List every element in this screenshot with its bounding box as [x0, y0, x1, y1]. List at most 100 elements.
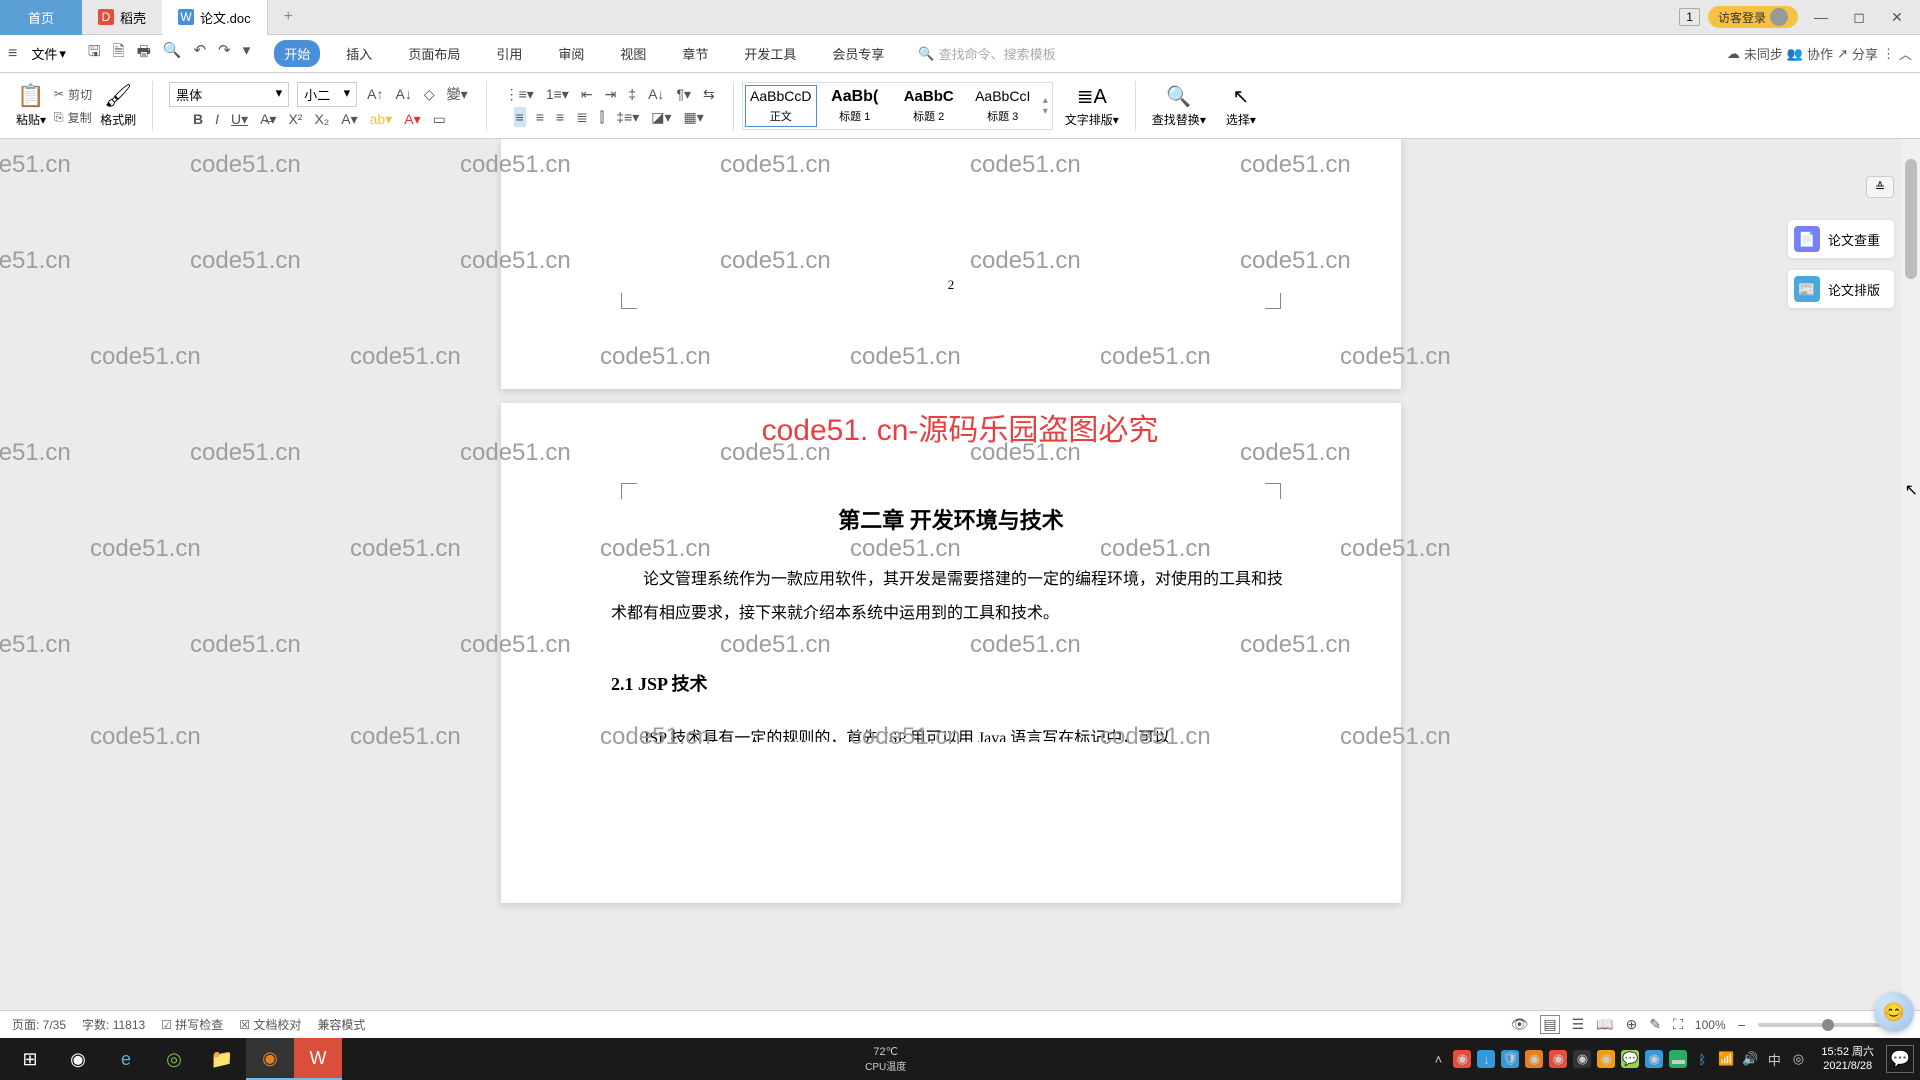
tray-icon[interactable]: ◉ [1573, 1050, 1591, 1068]
redo-icon[interactable]: ↷ [218, 41, 231, 66]
italic-button[interactable]: I [213, 109, 221, 129]
tab-daoke[interactable]: D稻壳 [82, 0, 162, 35]
page-indicator[interactable]: 页面: 7/35 [12, 1016, 66, 1033]
proof-toggle[interactable]: ☒ 文档校对 [239, 1016, 301, 1033]
menu-tab-reference[interactable]: 引用 [486, 40, 532, 67]
clear-format-icon[interactable]: ◇ [422, 84, 437, 105]
bullets-button[interactable]: ⋮≡▾ [503, 84, 536, 105]
guest-login-button[interactable]: 访客登录 [1708, 6, 1798, 28]
taskbar-app-recorder[interactable]: ◉ [246, 1038, 294, 1080]
superscript-button[interactable]: X² [286, 109, 304, 129]
share-button[interactable]: ↗分享 [1837, 44, 1878, 63]
tray-icon[interactable]: 💬 [1621, 1050, 1639, 1068]
export-icon[interactable]: 🗎 [113, 41, 125, 66]
increase-indent-button[interactable]: ⇥ [603, 84, 619, 105]
find-replace-button[interactable]: 🔍查找替换▾ [1144, 84, 1214, 128]
save-icon[interactable]: 🖫 [88, 41, 101, 66]
spell-check-toggle[interactable]: ☑ 拼写检查 [161, 1016, 223, 1033]
page-current[interactable]: 第二章 开发环境与技术 论文管理系统作为一款应用软件，其开发是需要搭建的一定的编… [501, 403, 1401, 903]
borders-button[interactable]: ▦▾ [682, 107, 706, 128]
style-heading2[interactable]: AaBbC标题 2 [893, 85, 965, 127]
text-layout-button[interactable]: ≣A文字排版▾ [1057, 84, 1127, 128]
command-search[interactable]: 🔍 查找命令、搜索模板 [918, 44, 1055, 63]
bold-button[interactable]: B [191, 109, 205, 129]
collapse-ribbon-icon[interactable]: ︿ [1899, 44, 1912, 63]
outline-view-icon[interactable]: ☰ [1572, 1016, 1585, 1033]
shading-button[interactable]: ◪▾ [649, 107, 673, 128]
eye-icon[interactable]: 👁 [1511, 1016, 1529, 1033]
text-effect-button[interactable]: A▾ [339, 109, 359, 130]
font-size-select[interactable]: 小二▾ [297, 82, 357, 107]
assistant-bubble[interactable]: 😊 [1874, 992, 1914, 1032]
web-view-icon[interactable]: ⊕ [1626, 1016, 1638, 1033]
tray-icon[interactable]: ◉ [1645, 1050, 1663, 1068]
qat-dropdown-icon[interactable]: ▾ [243, 41, 251, 66]
minimize-button[interactable]: — [1806, 2, 1836, 32]
asian-layout-button[interactable]: ‡ [626, 84, 638, 104]
side-toggle[interactable]: ≙ [1866, 176, 1894, 198]
style-body[interactable]: AaBbCcD正文 [745, 85, 817, 127]
ime-icon[interactable]: 中 [1765, 1050, 1783, 1068]
tab-document[interactable]: W论文.doc [162, 0, 268, 35]
vertical-scrollbar[interactable] [1902, 139, 1920, 1038]
highlight-button[interactable]: ab▾ [368, 109, 395, 130]
tab-add[interactable]: + [268, 8, 309, 26]
cut-button[interactable]: ✂剪切 [54, 86, 92, 103]
underline-button[interactable]: U▾ [229, 109, 250, 130]
menu-tab-page-layout[interactable]: 页面布局 [398, 40, 470, 67]
menu-tab-start[interactable]: 开始 [274, 40, 320, 67]
taskbar-app-browser[interactable]: ◎ [150, 1038, 198, 1080]
style-gallery[interactable]: AaBbCcD正文 AaBb(标题 1 AaBbC标题 2 AaBbCcI标题 … [742, 82, 1053, 130]
sync-button[interactable]: ☁未同步 [1727, 44, 1783, 63]
close-button[interactable]: ✕ [1882, 2, 1912, 32]
fit-icon[interactable]: ⛶ [1673, 1016, 1683, 1033]
notification-badge[interactable]: 1 [1679, 8, 1700, 26]
tray-icon[interactable]: ◉ [1597, 1050, 1615, 1068]
shrink-font-icon[interactable]: A↓ [393, 84, 413, 104]
start-button[interactable]: ⊞ [6, 1038, 54, 1080]
tray-icon[interactable]: ◉ [1525, 1050, 1543, 1068]
menu-tab-view[interactable]: 视图 [610, 40, 656, 67]
bluetooth-icon[interactable]: ᛒ [1693, 1050, 1711, 1068]
page-view-icon[interactable]: ▤ [1540, 1015, 1559, 1034]
paste-button[interactable]: 📋粘贴▾ [16, 83, 46, 128]
print-icon[interactable]: 🖶 [137, 41, 151, 66]
tab-button[interactable]: ⇆ [701, 84, 717, 105]
draft-view-icon[interactable]: ✎ [1649, 1016, 1661, 1033]
decrease-indent-button[interactable]: ⇤ [579, 84, 595, 105]
style-scroll-up[interactable]: ▴ [1043, 95, 1048, 106]
zoom-out-button[interactable]: − [1738, 1017, 1746, 1033]
tray-icon[interactable]: ↓ [1477, 1050, 1495, 1068]
align-center-button[interactable]: ≡ [534, 107, 546, 127]
paper-check-button[interactable]: 📄论文查重 [1788, 220, 1894, 258]
menu-tab-insert[interactable]: 插入 [336, 40, 382, 67]
subscript-button[interactable]: X₂ [312, 109, 331, 129]
action-center-icon[interactable]: 💬 [1886, 1045, 1914, 1073]
align-left-button[interactable]: ≡ [514, 107, 526, 127]
maximize-button[interactable]: ◻ [1844, 2, 1874, 32]
undo-icon[interactable]: ↶ [194, 41, 207, 66]
font-name-select[interactable]: 黑体▾ [169, 82, 289, 107]
sort-button[interactable]: A↓ [646, 84, 666, 104]
style-heading3[interactable]: AaBbCcI标题 3 [967, 85, 1039, 127]
tray-up-icon[interactable]: ˄ [1429, 1050, 1447, 1068]
style-heading1[interactable]: AaBb(标题 1 [819, 85, 891, 127]
tray-icon[interactable]: ▬ [1669, 1050, 1687, 1068]
clock[interactable]: 15:52 周六 2021/8/28 [1813, 1045, 1882, 1074]
menu-tab-chapter[interactable]: 章节 [672, 40, 718, 67]
tab-home[interactable]: 首页 [0, 0, 82, 35]
print-preview-icon[interactable]: 🔍 [163, 41, 182, 66]
more-icon[interactable]: ⋮ [1882, 46, 1895, 62]
word-count[interactable]: 字数: 11813 [82, 1016, 145, 1033]
paragraph-mark-button[interactable]: ¶▾ [674, 84, 693, 105]
volume-icon[interactable]: 🔊 [1741, 1050, 1759, 1068]
tray-icon[interactable]: ◉ [1549, 1050, 1567, 1068]
taskbar-app-obs[interactable]: ◉ [54, 1038, 102, 1080]
distribute-button[interactable]: ⫿ [598, 107, 606, 128]
menu-tab-devtools[interactable]: 开发工具 [734, 40, 806, 67]
location-icon[interactable]: ◎ [1789, 1050, 1807, 1068]
style-scroll-down[interactable]: ▾ [1043, 106, 1048, 117]
tray-icon[interactable]: ◉ [1453, 1050, 1471, 1068]
taskbar-app-ie[interactable]: e [102, 1038, 150, 1080]
zoom-slider[interactable] [1758, 1023, 1888, 1027]
